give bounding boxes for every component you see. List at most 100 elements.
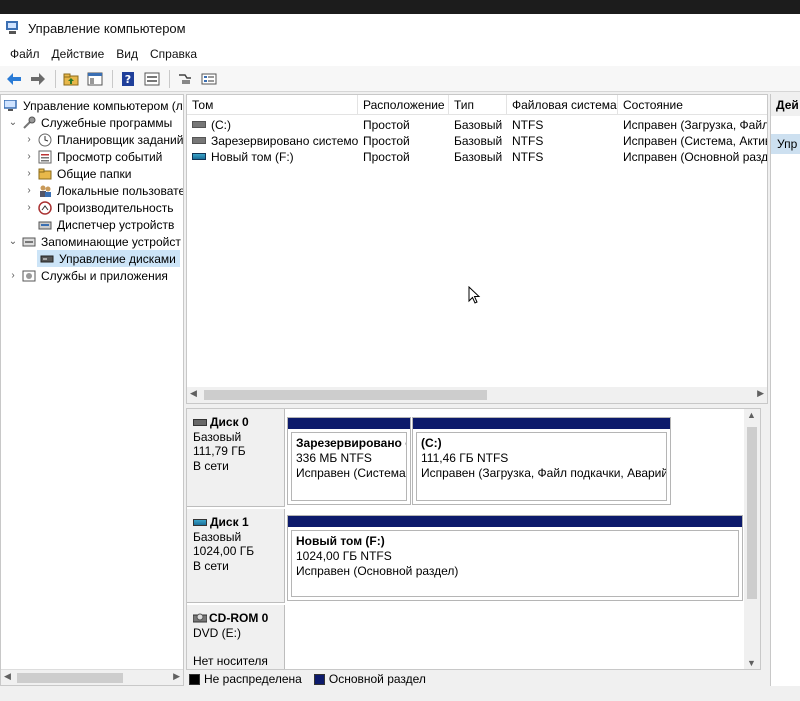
column-header-volume[interactable]: Том [187, 95, 358, 115]
volume-layout: Простой [363, 118, 410, 132]
partition-system-reserved[interactable]: Зарезервировано сі 336 МБ NTFS Исправен … [287, 417, 411, 505]
scroll-left-icon[interactable]: ◀ [190, 388, 197, 399]
partition-name: Новый том (F:) [296, 534, 385, 548]
volume-filesystem: NTFS [512, 134, 544, 148]
tree-item-label: Службы и приложения [41, 268, 168, 283]
properties-button[interactable] [141, 69, 163, 89]
partition-status: Исправен (Основной раздел) [296, 564, 459, 578]
partition-f[interactable]: Новый том (F:) 1024,00 ГБ NTFS Исправен … [287, 515, 743, 601]
tree-item-storage[interactable]: ⌄ Запоминающие устройст [7, 233, 181, 250]
show-hide-tree-button[interactable] [84, 69, 106, 89]
scroll-left-icon[interactable]: ◀ [4, 671, 11, 682]
scroll-right-icon[interactable]: ▶ [757, 388, 764, 399]
column-header-filesystem[interactable]: Файловая система [507, 95, 618, 115]
tree-horizontal-scrollbar[interactable]: ◀ ▶ [1, 669, 183, 685]
scroll-thumb[interactable] [204, 390, 487, 400]
menu-bar: Файл Действие Вид Справка [0, 42, 800, 66]
computer-management-window: Управление компьютером Файл Действие Вид… [0, 14, 800, 701]
disk-graphical-view: Диск 0 Базовый 111,79 ГБ В сети Зарезерв… [186, 408, 761, 670]
scroll-thumb[interactable] [747, 427, 757, 599]
volume-status: Исправен (Загрузка, Файл [623, 118, 767, 132]
chevron-right-icon[interactable]: › [23, 168, 35, 179]
chevron-right-icon[interactable]: › [23, 202, 35, 213]
arrow-left-icon [7, 72, 21, 85]
scroll-down-icon[interactable]: ▼ [747, 658, 756, 668]
help-icon: ? [122, 71, 134, 86]
primary-swatch [313, 673, 325, 685]
disk-type: Базовый [193, 529, 242, 544]
users-icon [37, 184, 53, 198]
disk-management-icon [39, 252, 55, 266]
services-icon [21, 269, 37, 283]
unallocated-swatch [189, 673, 200, 685]
tree-item-services-apps[interactable]: › Службы и приложения [7, 267, 168, 284]
computer-management-icon [6, 21, 22, 35]
tree-item-shared-folders[interactable]: › Общие папки [23, 165, 131, 182]
volume-icon [192, 121, 206, 129]
primary-partition-bar [288, 516, 742, 527]
chevron-down-icon[interactable]: ⌄ [7, 236, 19, 247]
volume-list-horizontal-scrollbar[interactable]: ◀ ▶ [187, 387, 767, 403]
table-row[interactable]: Зарезервировано системой Простой Базовый… [187, 133, 767, 149]
partition-status: Исправен (Загрузка, Файл подкачки, Авари… [421, 466, 667, 480]
table-row[interactable]: (C:) Простой Базовый NTFS Исправен (Загр… [187, 117, 767, 133]
back-button[interactable] [3, 69, 25, 89]
menu-help[interactable]: Справка [144, 47, 203, 61]
volume-type: Базовый [454, 118, 503, 132]
tree-item-task-scheduler[interactable]: › Планировщик заданий [23, 131, 183, 148]
volume-type: Базовый [454, 150, 503, 164]
event-viewer-icon [37, 150, 53, 164]
disk-name: CD-ROM 0 [209, 611, 269, 625]
connect-icon [179, 73, 191, 84]
actions-item-disk-management[interactable]: Упр [771, 134, 800, 154]
tree-root[interactable]: Управление компьютером (л [1, 97, 183, 114]
partition-name: Зарезервировано сі [296, 436, 407, 450]
volume-icon [192, 137, 206, 145]
connect-button[interactable] [174, 69, 196, 89]
tree-item-label: Служебные программы [41, 115, 173, 130]
disk-0-label[interactable]: Диск 0 Базовый 111,79 ГБ В сети [187, 409, 285, 507]
hard-disk-icon [193, 418, 207, 426]
tree-item-local-users[interactable]: › Локальные пользовате [23, 182, 184, 199]
chevron-right-icon[interactable]: › [23, 185, 35, 196]
forward-button[interactable] [27, 69, 49, 89]
disk-1-label[interactable]: Диск 1 Базовый 1024,00 ГБ В сети [187, 509, 285, 603]
help-button[interactable]: ? [117, 69, 139, 89]
tree-item-system-tools[interactable]: ⌄ Служебные программы [7, 114, 172, 131]
column-header-type[interactable]: Тип [449, 95, 507, 115]
up-folder-button[interactable] [60, 69, 82, 89]
toolbar: ? [0, 66, 800, 92]
disk-name: Диск 1 [210, 515, 249, 529]
volume-layout: Простой [363, 134, 410, 148]
scroll-thumb[interactable] [17, 673, 123, 683]
view-options-icon [201, 73, 217, 84]
chevron-right-icon[interactable]: › [7, 270, 19, 281]
tree-item-label: Управление дисками [59, 251, 176, 266]
volume-filesystem: NTFS [512, 150, 544, 164]
partition-c[interactable]: (C:) 111,46 ГБ NTFS Исправен (Загрузка, … [412, 417, 671, 505]
menu-file[interactable]: Файл [4, 47, 46, 61]
tree-item-performance[interactable]: › Производительность [23, 199, 173, 216]
volume-name: (C:) [211, 118, 231, 132]
partition-status: Исправен (Система, . [296, 466, 407, 480]
volume-status: Исправен (Основной разд [623, 150, 767, 164]
chevron-right-icon[interactable]: › [23, 151, 35, 162]
menu-view[interactable]: Вид [110, 47, 144, 61]
scroll-right-icon[interactable]: ▶ [173, 671, 180, 682]
tools-icon [21, 116, 37, 130]
view-options-button[interactable] [198, 69, 220, 89]
column-header-status[interactable]: Состояние [618, 95, 767, 115]
menu-action[interactable]: Действие [46, 47, 111, 61]
tree-item-label: Локальные пользовате [57, 183, 184, 198]
chevron-right-icon[interactable]: › [23, 134, 35, 145]
table-row[interactable]: Новый том (F:) Простой Базовый NTFS Испр… [187, 149, 767, 165]
tree-item-disk-management[interactable]: Управление дисками [37, 250, 180, 267]
cdrom-0-label[interactable]: CD-ROM 0 DVD (E:) Нет носителя [187, 605, 285, 669]
tree-item-device-manager[interactable]: Диспетчер устройств [35, 216, 174, 233]
scroll-up-icon[interactable]: ▲ [747, 410, 756, 420]
tree-item-event-viewer[interactable]: › Просмотр событий [23, 148, 162, 165]
column-header-layout[interactable]: Расположение [358, 95, 449, 115]
chevron-down-icon[interactable]: ⌄ [7, 117, 19, 128]
arrow-right-icon [31, 72, 45, 85]
disk-view-vertical-scrollbar[interactable]: ▲ ▼ [744, 409, 760, 669]
